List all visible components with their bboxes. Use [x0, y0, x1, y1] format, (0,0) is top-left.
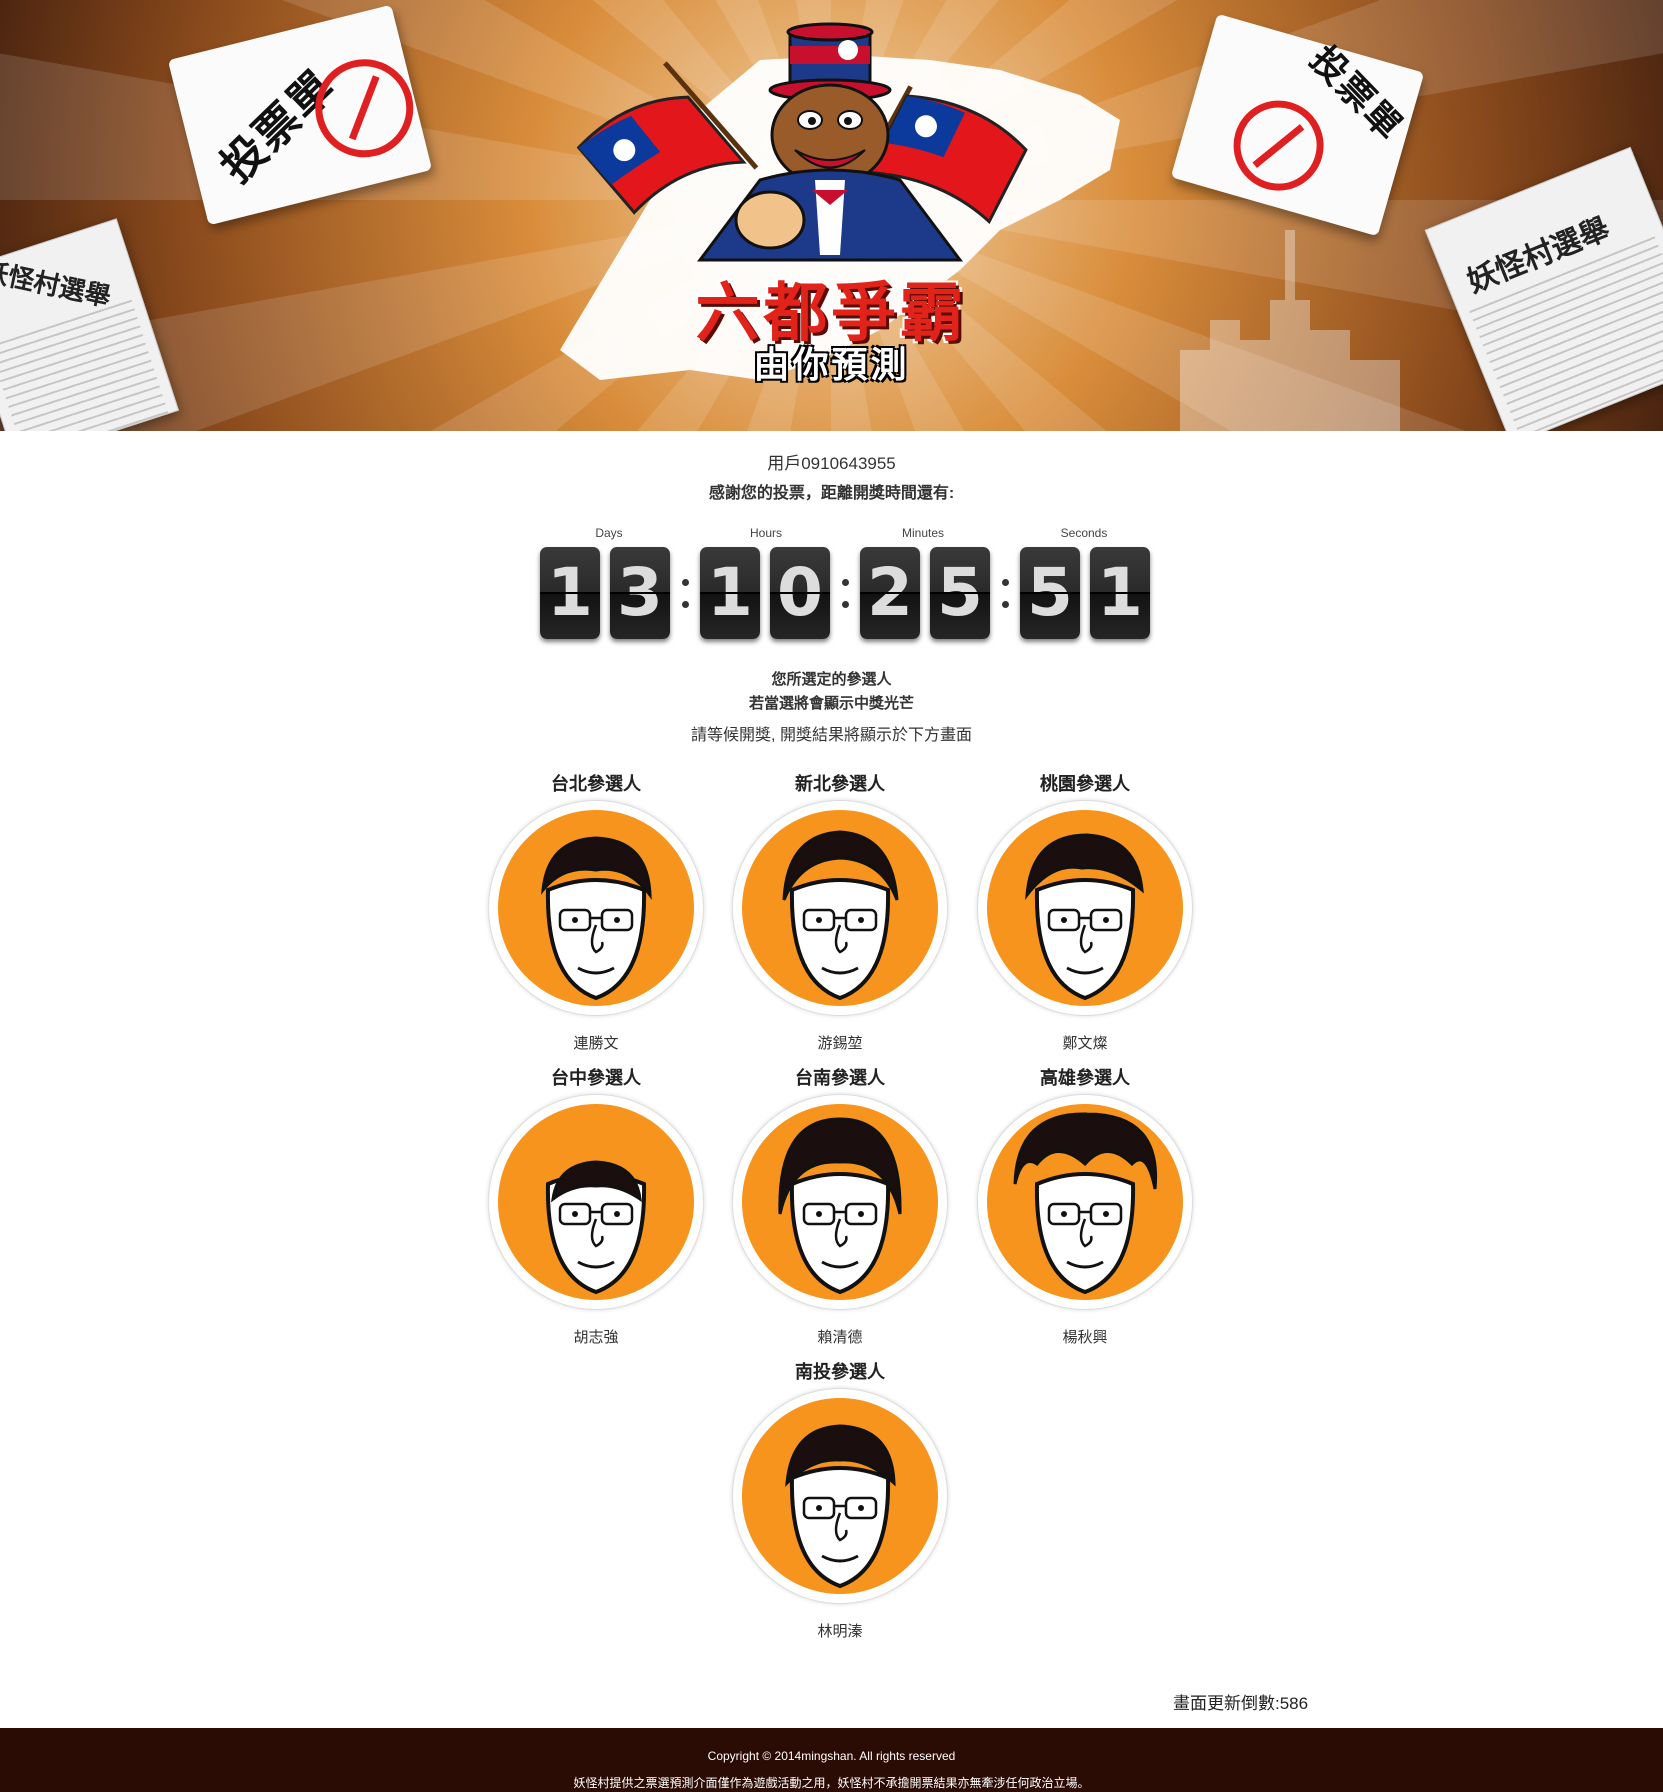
footer: Copyright © 2014mingshan. All rights res… [0, 1728, 1663, 1792]
candidate-name: 賴清德 [817, 1329, 863, 1346]
headline-subtitle: 由你預測 [753, 345, 910, 386]
candidate-name: 鄭文燦 [1062, 1035, 1108, 1052]
minutes-digit-2: 5 [930, 547, 990, 639]
label-days: Days [595, 526, 623, 540]
candidate-region: 台中參選人 [551, 1068, 641, 1088]
candidate-region: 台南參選人 [795, 1068, 885, 1088]
days-digit-1: 1 [540, 547, 600, 639]
candidate-face-icon [785, 1424, 896, 1589]
candidate-portrait[interactable] [977, 1094, 1193, 1310]
note-selected: 您所選定的參選人 [771, 671, 892, 688]
candidate-region: 台北參選人 [551, 774, 641, 794]
label-minutes: Minutes [901, 526, 945, 540]
label-hours: Hours [749, 526, 783, 540]
candidate-face-icon [545, 1160, 647, 1295]
seconds-digit-2: 1 [1090, 547, 1150, 639]
clock-separator [1000, 577, 1010, 611]
candidate-portrait[interactable] [488, 1094, 704, 1310]
thanks-message: 感謝您的投票，距離開獎時間還有: [708, 485, 955, 502]
candidate-region: 新北參選人 [795, 774, 885, 794]
footer-disclaimer: 妖怪村提供之票選預測介面僅作為遊戲活動之用，妖怪村不承擔開票結果亦無牽涉任何政治… [573, 1776, 1090, 1790]
clock-separator [840, 577, 850, 611]
candidate-portrait[interactable] [732, 1388, 948, 1604]
clock-separator [680, 577, 690, 611]
candidate-name: 連勝文 [573, 1035, 619, 1052]
candidate-name: 游錫堃 [817, 1035, 863, 1052]
footer-copyright: Copyright © 2014mingshan. All rights res… [707, 1749, 956, 1763]
note-wait: 請等候開獎, 開獎結果將顯示於下方畫面 [691, 727, 972, 744]
candidate-portrait[interactable] [732, 1094, 948, 1310]
candidate-face-icon [541, 836, 652, 1001]
candidate-face-icon [778, 1117, 902, 1295]
candidate-name: 胡志強 [573, 1329, 619, 1346]
candidate-region: 南投參選人 [795, 1362, 885, 1382]
candidate-name: 林明溱 [817, 1623, 863, 1640]
candidate-name: 楊秋興 [1062, 1329, 1108, 1346]
countdown-labels: Days Hours Minutes Seconds [0, 526, 1663, 546]
hero-banner: 投票單 投票單 妖怪村選舉 妖怪村選舉 六都爭霸 由你預測 [0, 0, 1663, 431]
label-seconds: Seconds [1060, 526, 1108, 540]
candidate-face-icon [1025, 833, 1144, 1001]
candidate-face-icon [1013, 1112, 1158, 1295]
candidate-portrait[interactable] [977, 800, 1193, 1016]
note-winner-glow: 若當選將會顯示中獎光芒 [748, 695, 914, 712]
candidate-region: 高雄參選人 [1040, 1068, 1130, 1088]
hours-digit-1: 1 [700, 547, 760, 639]
seconds-digit-1: 5 [1020, 547, 1080, 639]
candidate-face-icon [782, 830, 899, 1001]
user-id: 用戶0910643955 [767, 454, 896, 473]
candidate-portrait[interactable] [488, 800, 704, 1016]
candidate-portrait[interactable] [732, 800, 948, 1016]
refresh-countdown: 畫面更新倒數:586 [1173, 1694, 1309, 1713]
candidate-region: 桃園參選人 [1040, 774, 1130, 794]
hours-digit-2: 0 [770, 547, 830, 639]
minutes-digit-1: 2 [860, 547, 920, 639]
days-digit-2: 3 [610, 547, 670, 639]
